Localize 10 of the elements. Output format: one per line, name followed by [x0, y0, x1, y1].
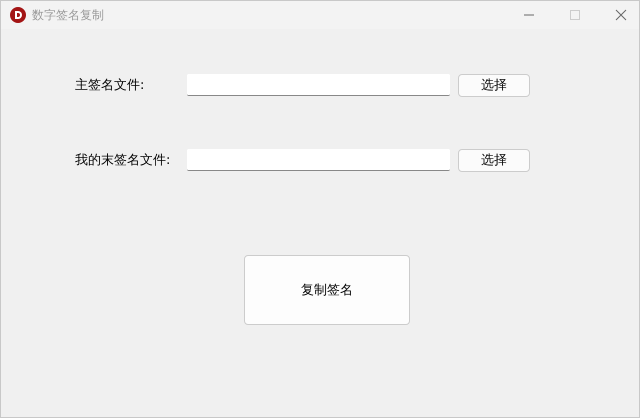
- close-icon[interactable]: [615, 9, 627, 21]
- window-title: 数字签名复制: [32, 6, 104, 24]
- choose-button[interactable]: 选择: [458, 74, 530, 96]
- field-label: 主签名文件:: [75, 77, 146, 94]
- app-logo-icon: [10, 7, 26, 23]
- field-label: 我的末签名文件:: [75, 152, 172, 169]
- copy-signature-button[interactable]: 复制签名: [244, 255, 410, 325]
- choose-button[interactable]: 选择: [458, 148, 530, 172]
- file-path-field[interactable]: [187, 74, 450, 96]
- file-path-field[interactable]: [187, 149, 450, 171]
